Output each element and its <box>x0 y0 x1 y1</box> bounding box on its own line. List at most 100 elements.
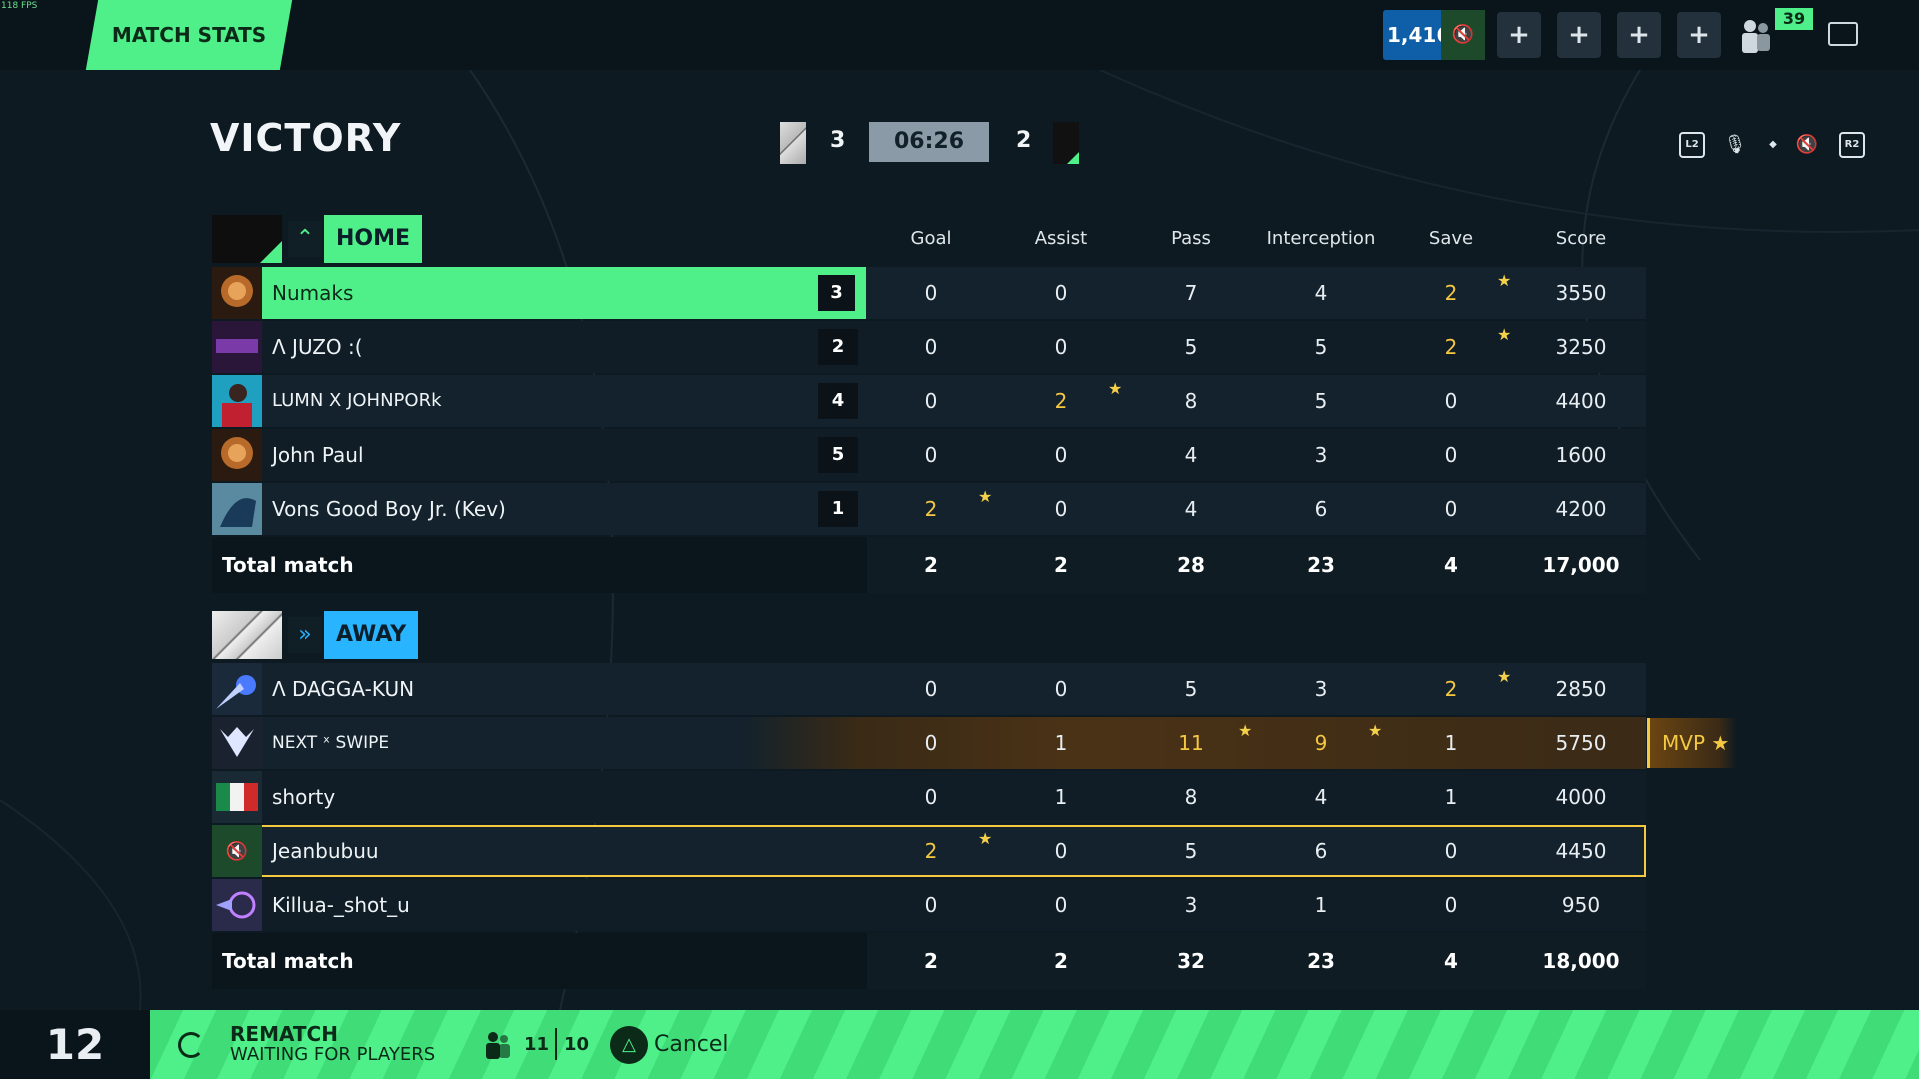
save-value: 0 <box>1444 497 1458 521</box>
star-icon: ★ <box>978 487 993 506</box>
total-goal: 2 <box>924 553 938 577</box>
add-party-slot-button[interactable]: + <box>1497 12 1541 58</box>
table-row[interactable]: Λ DAGGA-KUN 0 0 5 3 2 ★ 2850 <box>212 663 1646 715</box>
column-header-score: Score <box>1555 228 1607 249</box>
goal-value: 0 <box>924 281 938 305</box>
keyboard-icon[interactable] <box>1828 22 1858 46</box>
total-pass: 28 <box>1177 553 1205 577</box>
tab-match-stats[interactable]: MATCH STATS <box>85 0 293 70</box>
svg-text:🔇: 🔇 <box>226 840 248 862</box>
goal-value: 0 <box>924 335 938 359</box>
away-team-label: AWAY <box>324 611 419 659</box>
interception-value: 5 <box>1314 335 1328 359</box>
friends-icon[interactable] <box>1736 16 1776 56</box>
speaker-muted-icon[interactable]: 🔇 <box>1794 132 1820 158</box>
interception-value: 6 <box>1314 497 1328 521</box>
home-team-label: HOME <box>324 215 423 263</box>
score-value: 4450 <box>1555 839 1607 863</box>
interception-value: 4 <box>1314 281 1328 305</box>
table-row[interactable]: NEXT ˣ SWIPE 0 1 11 ★ 9 ★ 1 5750 <box>212 717 1646 769</box>
score-value: 4400 <box>1555 389 1607 413</box>
jersey-number: 5 <box>818 437 858 473</box>
player-name: Vons Good Boy Jr. (Kev) <box>272 497 506 521</box>
goal-value: 0 <box>924 731 938 755</box>
avatar <box>212 717 262 769</box>
column-header-interception: Interception <box>1266 228 1376 249</box>
score-value: 5750 <box>1555 731 1607 755</box>
mic-muted-icon[interactable]: 🎙 <box>1722 132 1748 158</box>
assist-value: 1 <box>1054 785 1068 809</box>
save-value: 0 <box>1444 839 1458 863</box>
table-row[interactable]: shorty 0 1 8 4 1 4000 <box>212 771 1646 823</box>
fps-counter: 118 FPS <box>1 1 38 11</box>
column-header-pass: Pass <box>1171 228 1211 249</box>
add-party-slot-button[interactable]: + <box>1617 12 1661 58</box>
star-icon: ★ <box>1497 667 1512 686</box>
pass-value: 8 <box>1184 389 1198 413</box>
interception-value: 3 <box>1314 443 1328 467</box>
interception-value: 6 <box>1314 839 1328 863</box>
score-value: 3250 <box>1555 335 1607 359</box>
table-row[interactable]: LUMN X JOHNPORk 4 0 2 ★ 8 5 0 4400 <box>212 375 1646 427</box>
total-score: 18,000 <box>1542 949 1620 973</box>
assist-value: 0 <box>1054 281 1068 305</box>
score-value: 3550 <box>1555 281 1607 305</box>
count-divider <box>555 1028 557 1060</box>
avatar <box>212 879 262 931</box>
avatar <box>212 375 262 427</box>
triangle-button-icon[interactable]: △ <box>610 1026 648 1064</box>
star-icon: ★ <box>1368 721 1383 740</box>
cancel-button[interactable]: Cancel <box>654 1030 729 1060</box>
player-name: Killua-_shot_u <box>272 893 410 917</box>
avatar <box>212 771 262 823</box>
goal-value: 0 <box>924 785 938 809</box>
goal-value: 0 <box>924 443 938 467</box>
table-row[interactable]: John Paul 5 0 0 4 3 0 1600 <box>212 429 1646 481</box>
jersey-number: 3 <box>818 275 858 311</box>
avatar <box>212 321 262 373</box>
add-party-slot-button[interactable]: + <box>1557 12 1601 58</box>
total-goal: 2 <box>924 949 938 973</box>
pass-value: 5 <box>1184 839 1198 863</box>
goal-value: 0 <box>924 677 938 701</box>
away-emblem-icon: » <box>288 617 322 653</box>
top-bar: 118 FPS MATCH STATS 1,416 🔇 + + + + 39 <box>0 0 1919 70</box>
score-value: 950 <box>1561 893 1601 917</box>
waiting-status: WAITING FOR PLAYERS <box>230 1044 436 1065</box>
score-value: 4200 <box>1555 497 1607 521</box>
rematch-bar: REMATCH WAITING FOR PLAYERS 11 10 △ Canc… <box>150 1010 1919 1079</box>
pass-value: 7 <box>1184 281 1198 305</box>
assist-value: 1 <box>1054 731 1068 755</box>
assist-value: 0 <box>1054 443 1068 467</box>
pass-value: 5 <box>1184 335 1198 359</box>
star-icon: ★ <box>1497 325 1512 344</box>
home-team-banner <box>212 215 282 263</box>
jersey-number: 1 <box>818 491 858 527</box>
score-value: 4000 <box>1555 785 1607 809</box>
add-party-slot-button[interactable]: + <box>1677 12 1721 58</box>
jersey-number: 2 <box>818 329 858 365</box>
total-assist: 2 <box>1054 553 1068 577</box>
match-timer: 06:26 <box>869 122 989 162</box>
column-header-assist: Assist <box>1034 228 1088 249</box>
table-row[interactable]: Numaks 3 0 0 7 4 2 ★ 3550 <box>212 267 1646 319</box>
total-label: Total match <box>222 949 354 973</box>
table-row[interactable]: Vons Good Boy Jr. (Kev) 1 2 ★ 0 4 6 0 42… <box>212 483 1646 535</box>
rematch-label: REMATCH <box>230 1022 338 1046</box>
table-row[interactable]: Killua-_shot_u 0 0 3 1 0 950 <box>212 879 1646 931</box>
pass-value: 8 <box>1184 785 1198 809</box>
total-count: 10 <box>564 1034 590 1055</box>
avatar <box>212 267 262 319</box>
save-value: 0 <box>1444 389 1458 413</box>
column-header-save: Save <box>1428 228 1474 249</box>
avatar <box>212 663 262 715</box>
table-row[interactable]: Λ JUZO :( 2 0 0 5 5 2 ★ 3250 <box>212 321 1646 373</box>
star-icon: ★ <box>1497 271 1512 290</box>
star-icon: ★ <box>1108 379 1123 398</box>
table-row[interactable]: 🔇 Jeanbubuu 2 ★ 0 5 6 0 4450 <box>212 825 1646 877</box>
assist-value: 0 <box>1054 497 1068 521</box>
player-name: NEXT ˣ SWIPE <box>272 733 390 753</box>
score-value: 2850 <box>1555 677 1607 701</box>
pass-value: 3 <box>1184 893 1198 917</box>
assist-value: 0 <box>1054 335 1068 359</box>
